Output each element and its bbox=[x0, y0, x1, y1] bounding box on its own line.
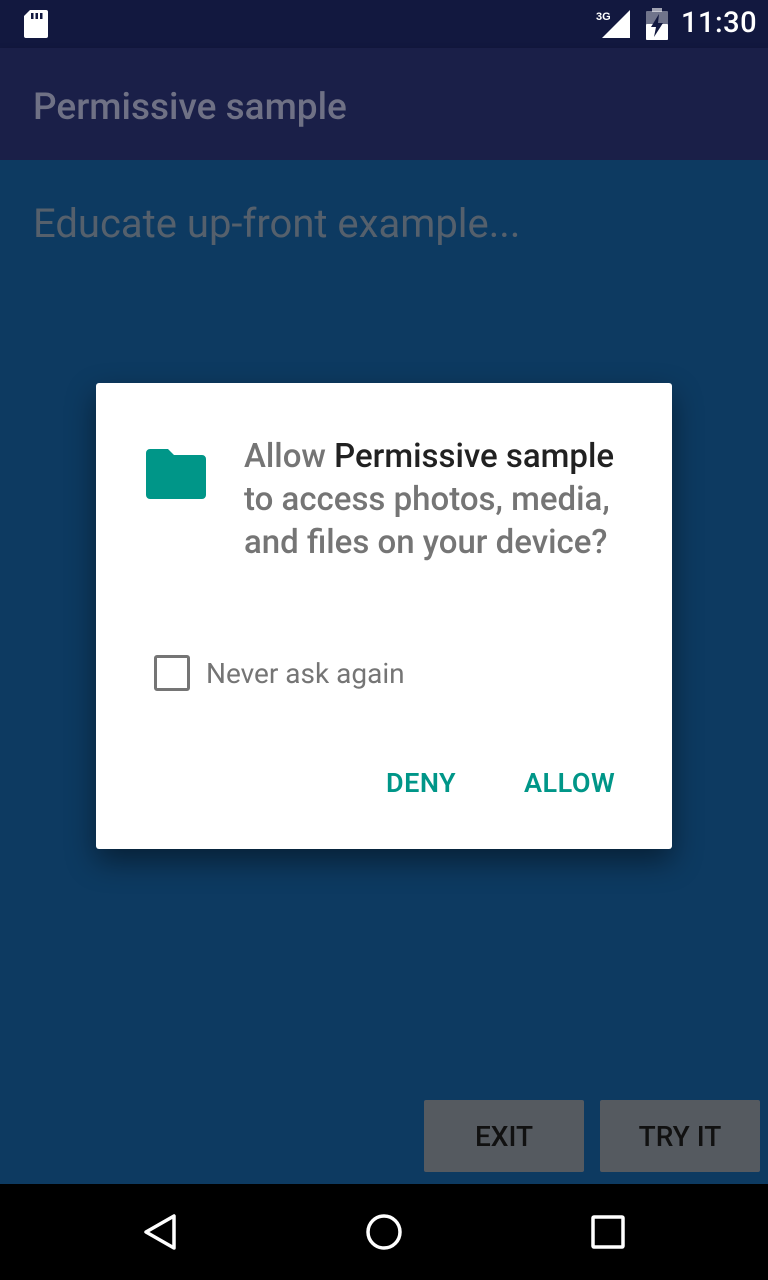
lead-text: Educate up-front example... bbox=[33, 200, 521, 247]
permission-dialog: Allow Permissive sample to access photos… bbox=[96, 383, 672, 849]
app-bar: Permissive sample bbox=[0, 48, 768, 160]
status-bar: 3G 11:30 bbox=[0, 0, 768, 48]
sd-card-icon bbox=[24, 10, 48, 38]
message-suffix: to access photos, media, and files on yo… bbox=[244, 480, 610, 562]
permission-message: Allow Permissive sample to access photos… bbox=[244, 435, 644, 564]
allow-button[interactable]: ALLOW bbox=[524, 767, 615, 799]
deny-button[interactable]: DENY bbox=[386, 767, 456, 799]
status-time: 11:30 bbox=[681, 6, 758, 40]
cellular-signal-icon: 3G bbox=[596, 10, 630, 38]
never-ask-label: Never ask again bbox=[206, 656, 405, 690]
navigation-bar bbox=[0, 1184, 768, 1280]
network-type-label: 3G bbox=[596, 11, 611, 23]
never-ask-row[interactable]: Never ask again bbox=[154, 655, 405, 691]
message-prefix: Allow bbox=[244, 437, 335, 476]
recents-icon[interactable] bbox=[588, 1212, 628, 1252]
app-name: Permissive sample bbox=[334, 437, 615, 476]
home-icon[interactable] bbox=[364, 1212, 404, 1252]
folder-icon bbox=[146, 449, 206, 499]
never-ask-checkbox[interactable] bbox=[154, 655, 190, 691]
back-icon[interactable] bbox=[140, 1212, 180, 1252]
battery-charging-icon bbox=[646, 8, 668, 40]
app-title: Permissive sample bbox=[33, 86, 347, 129]
exit-button[interactable]: EXIT bbox=[424, 1100, 584, 1172]
try-it-button[interactable]: TRY IT bbox=[600, 1100, 760, 1172]
